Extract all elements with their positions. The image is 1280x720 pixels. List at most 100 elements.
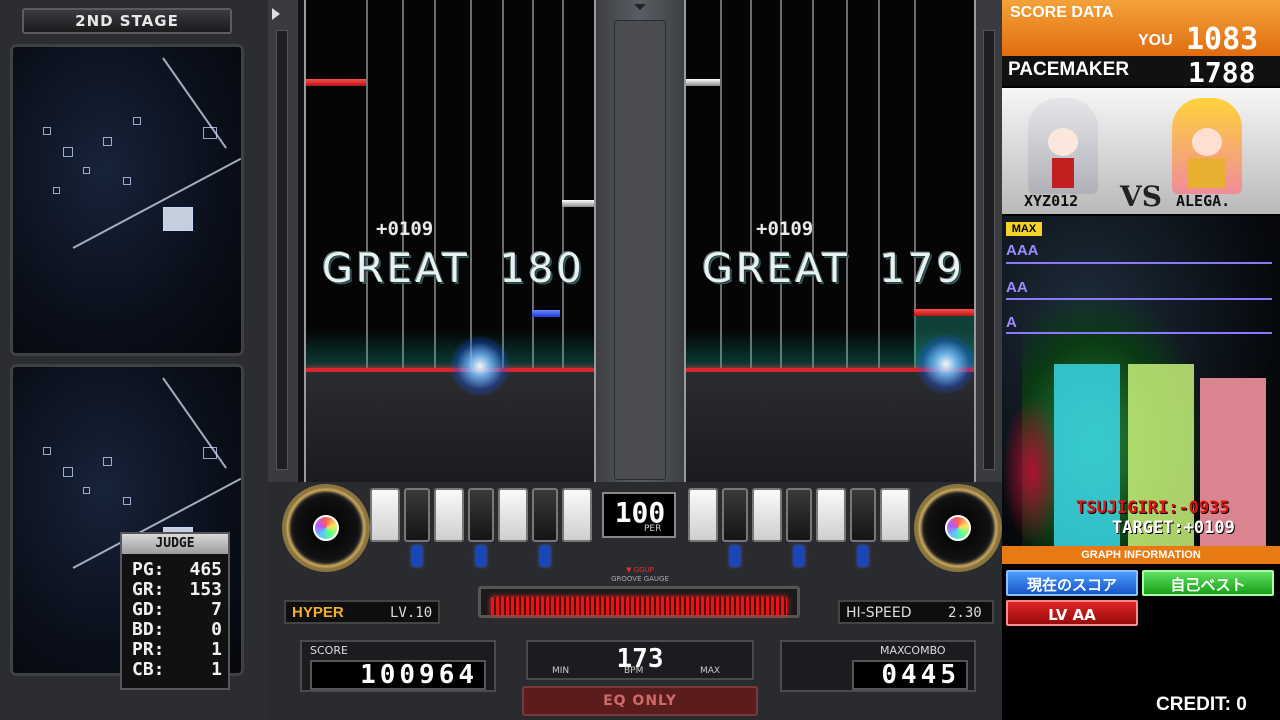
- score-data-title: SCORE DATA: [1010, 4, 1114, 21]
- key-1p-6[interactable]: [532, 488, 558, 542]
- hispeed-value: 2.30: [948, 605, 982, 621]
- score-graph: MAX AAA AA A TSUJIGIRI:-0935 TARGET:+010…: [1002, 216, 1280, 546]
- hispeed-label: HI-SPEED: [846, 605, 912, 621]
- play-arrow-icon: [272, 8, 280, 20]
- bga-shard: [43, 127, 51, 135]
- pacemaker-label: PACEMAKER: [1008, 59, 1130, 80]
- judge-value: 0: [211, 619, 222, 640]
- gauge-title: GROOVE GAUGE: [611, 575, 669, 583]
- level-target-button[interactable]: LV AA: [1006, 600, 1138, 626]
- grade-line-a: [1006, 332, 1272, 334]
- bga-shard: [63, 147, 73, 157]
- key-2p-4[interactable]: [786, 488, 812, 542]
- lane-area-2p: +0109 GREAT 179: [684, 0, 976, 482]
- bga-shard: [123, 177, 131, 185]
- hit-burst: [916, 334, 974, 394]
- key-1p-4[interactable]: [468, 488, 494, 542]
- judge-label: PG:: [132, 559, 165, 580]
- turntable-2p[interactable]: [914, 484, 1002, 572]
- lane-divider: [502, 0, 504, 370]
- key-led: [730, 546, 740, 566]
- turntable-center-icon: [313, 515, 339, 541]
- judge-value: 7: [211, 599, 222, 620]
- gauge-up-label: ▼ GGUP: [626, 566, 654, 574]
- player-name-left: XYZ012: [1024, 192, 1079, 210]
- center-column: [596, 0, 684, 482]
- personal-best-button[interactable]: 自己ベスト: [1142, 570, 1274, 596]
- player-name-right: ALEGA.: [1176, 192, 1231, 210]
- key-2p-2[interactable]: [722, 488, 748, 542]
- rival-character-right: [1172, 98, 1242, 194]
- key-2p-7[interactable]: [880, 488, 910, 542]
- note: [562, 200, 594, 207]
- timing-offset: +0109: [376, 218, 434, 240]
- bga-shard: [53, 187, 60, 194]
- key-2p-3[interactable]: [752, 488, 782, 542]
- bga-shard: [123, 497, 131, 505]
- current-score-button[interactable]: 現在のスコア: [1006, 570, 1138, 596]
- judge-row-bad: BD: 0: [132, 620, 222, 640]
- bga-shard: [63, 467, 73, 477]
- key-1p-7[interactable]: [562, 488, 592, 542]
- right-rail: [976, 0, 1002, 482]
- credit-counter: CREDIT: 0: [1156, 694, 1247, 715]
- rival-character-left: [1028, 98, 1098, 194]
- bga-streak: [72, 157, 241, 249]
- judgement-word: GREAT: [702, 246, 850, 292]
- key-1p-1[interactable]: [370, 488, 400, 542]
- grade-label-aaa: AAA: [1006, 242, 1039, 259]
- lane-floor: [306, 372, 594, 482]
- left-panel: 2ND STAGE JUDGE PG: 465 GR: 153 GD: 7 BD…: [0, 0, 268, 720]
- judge-row-pgreat: PG: 465: [132, 560, 222, 580]
- tsujigiri-diff: TSUJIGIRI:-0935: [1076, 498, 1230, 518]
- key-2p-5[interactable]: [816, 488, 846, 542]
- face: [1048, 128, 1078, 156]
- face: [1192, 128, 1222, 156]
- scratch-note: [306, 79, 366, 86]
- bpm-max-label: MAX: [700, 666, 721, 676]
- judge-label: GR:: [132, 579, 165, 600]
- key-led: [858, 546, 868, 566]
- key-2p-6[interactable]: [850, 488, 876, 542]
- judge-row-combo-break: CB: 1: [132, 660, 222, 680]
- maxcombo-box: MAXCOMBO 0445: [780, 640, 976, 692]
- center-slot: [614, 20, 666, 480]
- bga-shard: [203, 127, 217, 139]
- hit-burst: [450, 336, 510, 396]
- outfit: [1188, 158, 1226, 188]
- note: [686, 79, 720, 86]
- per-display: 100 PER: [602, 492, 676, 538]
- bga-shard: [133, 117, 141, 125]
- judge-label: CB:: [132, 659, 165, 680]
- key-1p-5[interactable]: [498, 488, 528, 542]
- key-1p-3[interactable]: [434, 488, 464, 542]
- turntable-1p[interactable]: [282, 484, 370, 572]
- groove-gauge-fill: [491, 597, 787, 615]
- key-2p-1[interactable]: [688, 488, 718, 542]
- lane-divider: [780, 0, 782, 370]
- hispeed-box: HI-SPEED 2.30: [838, 600, 994, 624]
- outfit: [1052, 158, 1074, 188]
- graph-information-title: GRAPH INFORMATION: [1002, 546, 1280, 564]
- score-box: SCORE 100964: [300, 640, 496, 692]
- key-led: [794, 546, 804, 566]
- grade-label-aa: AA: [1006, 279, 1028, 296]
- key-1p-2[interactable]: [404, 488, 430, 542]
- pacemaker-score: 1788: [1188, 56, 1256, 89]
- grade-line-aa: [1006, 298, 1272, 300]
- judge-row-good: GD: 7: [132, 600, 222, 620]
- bga-streak: [162, 377, 227, 469]
- groove-gauge: [478, 586, 800, 618]
- turntable-center-icon: [945, 515, 971, 541]
- judge-label: GD:: [132, 599, 165, 620]
- lane-divider: [720, 0, 722, 370]
- judge-title: JUDGE: [122, 534, 228, 554]
- progress-track: [983, 30, 995, 470]
- vs-label: VS: [1120, 180, 1162, 213]
- bga-shard: [43, 447, 51, 455]
- score-panel: SCORE DATA YOU 1083 PACEMAKER 1788 XYZ01…: [1002, 0, 1280, 720]
- lane-divider: [470, 0, 472, 370]
- left-rail: [268, 0, 298, 482]
- groove-gauge-label: ▼ GGUP GROOVE GAUGE: [600, 566, 680, 584]
- score-value: 100964: [310, 660, 486, 690]
